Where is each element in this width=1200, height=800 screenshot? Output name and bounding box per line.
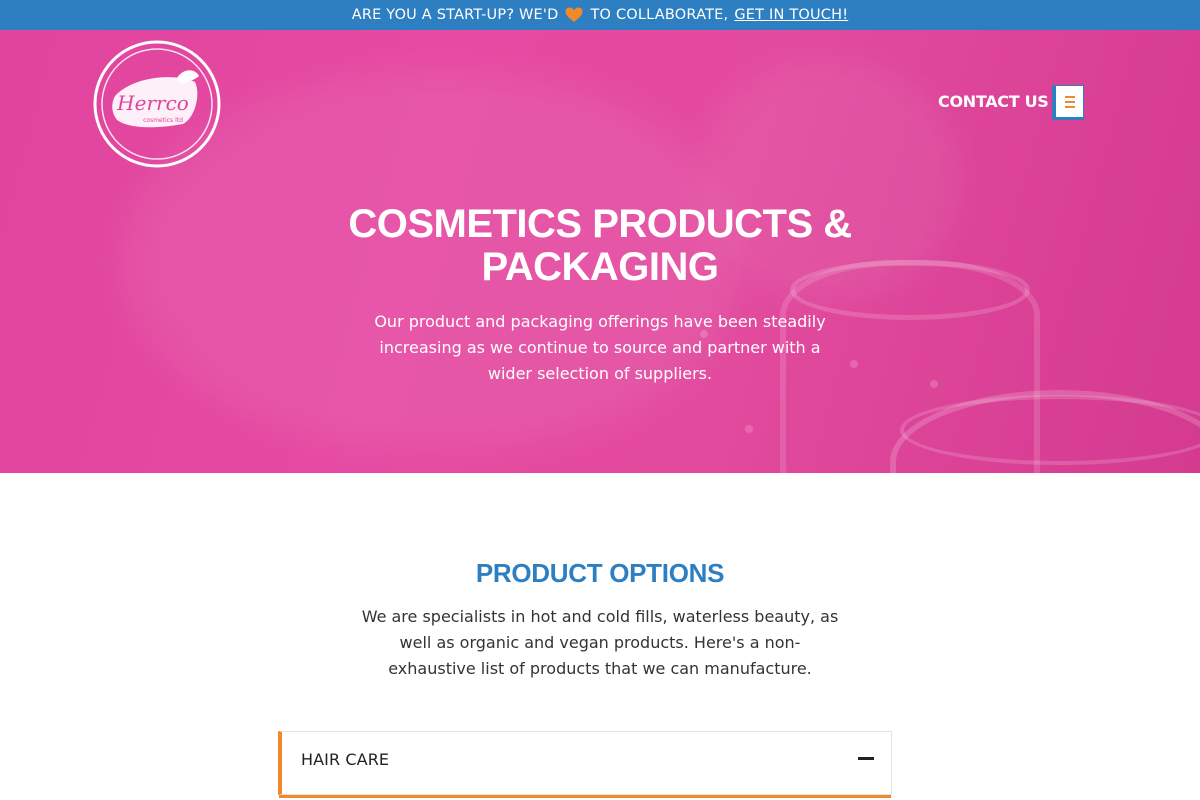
product-options-description: We are specialists in hot and cold fills… <box>361 607 839 678</box>
announcement-text-after: TO COLLABORATE, <box>590 7 729 23</box>
decorative-dot <box>930 380 938 388</box>
hero-title: COSMETICS PRODUCTS & PACKAGING <box>348 202 852 289</box>
jar-rim-illustration <box>900 395 1200 465</box>
accordion-item-label: HAIR CARE <box>301 750 390 769</box>
accordion-item-hair-care[interactable]: HAIR CARE <box>278 731 892 795</box>
decorative-dot <box>850 360 858 368</box>
decorative-dot <box>745 425 753 433</box>
minus-icon[interactable] <box>858 757 874 760</box>
hero-banner: Herrco cosmetics ltd CONTACT US COSMETIC… <box>0 30 1200 473</box>
contact-us-link[interactable]: CONTACT US <box>938 92 1049 111</box>
menu-button[interactable] <box>1052 85 1084 120</box>
hero-description: Our product and packaging offerings have… <box>374 312 826 383</box>
logo-text: Herrco <box>116 91 189 115</box>
get-in-touch-link[interactable]: GET IN TOUCH! <box>734 7 848 23</box>
herrco-logo[interactable]: Herrco cosmetics ltd <box>91 38 223 170</box>
heart-icon <box>564 6 584 24</box>
hamburger-menu-icon <box>1056 86 1083 117</box>
logo-subtext: cosmetics ltd <box>143 117 183 124</box>
announcement-text-before: ARE YOU A START-UP? WE'D <box>351 7 559 23</box>
announcement-bar: ARE YOU A START-UP? WE'D TO COLLABORATE,… <box>0 0 1200 30</box>
product-options-title: PRODUCT OPTIONS <box>475 558 725 588</box>
